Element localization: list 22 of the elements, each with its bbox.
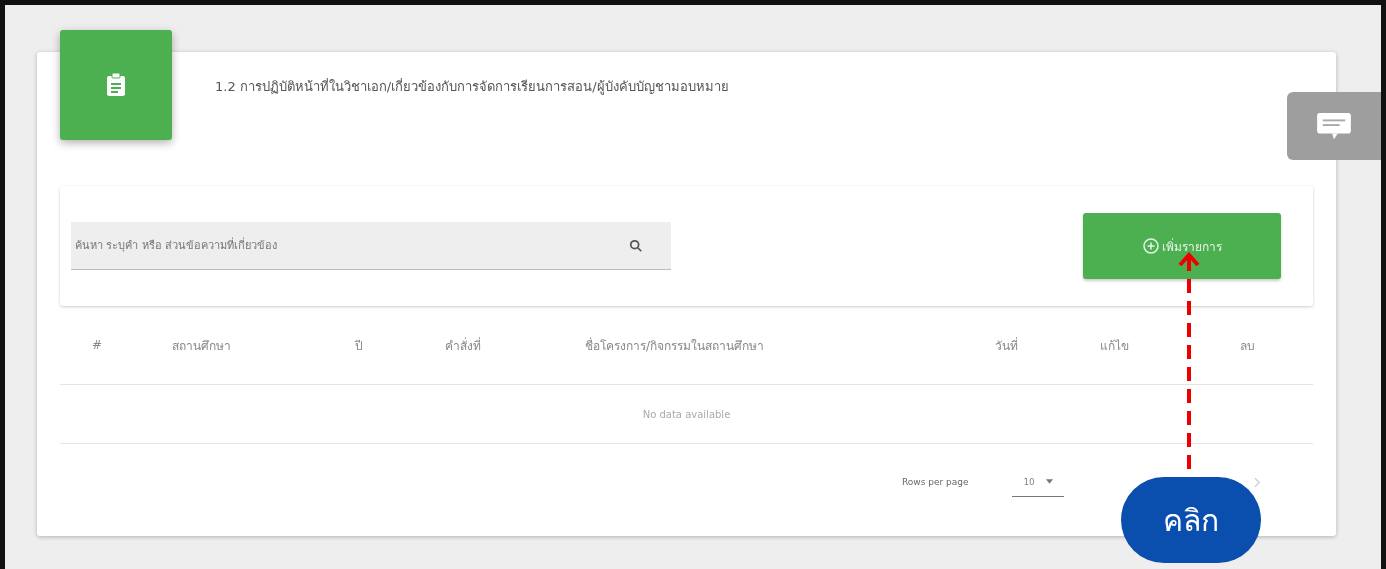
rows-per-page-select[interactable]: 10 (1012, 467, 1064, 497)
rows-per-page-label: Rows per page (902, 477, 970, 487)
side-tab[interactable] (1287, 92, 1381, 160)
column-header: ชื่อโครงการ/กิจกรรมในสถานศึกษา (585, 336, 766, 355)
plus-circle-icon (1142, 238, 1159, 254)
next-page-icon[interactable] (1254, 476, 1261, 488)
column-header: ปี (355, 337, 364, 355)
column-header: วันที่ (995, 336, 1019, 355)
caret-icon (1045, 479, 1053, 484)
column-header: แก้ไข (1100, 337, 1130, 355)
callout-bubble: คลิก (1121, 477, 1261, 563)
column-header: # (91, 338, 104, 352)
section-title: 1.2 การปฏิบัติหน้าที่ในวิชาเอก/เกี่ยวข้องกับการจัดการเรียนการสอน/ผู้บังคับบัญชามอบหมาย (215, 79, 729, 94)
search-icon (629, 239, 643, 253)
column-header: ลบ (1240, 337, 1256, 355)
clipboard-icon (106, 73, 126, 97)
search-field[interactable]: ค้นหา ระบุคำ หรือ ส่วนข้อความที่เกี่ยวข้อง (71, 222, 671, 270)
column-header: สถานศึกษา (172, 337, 232, 355)
add-button[interactable]: เพิ่มรายการ (1083, 213, 1281, 279)
chat-icon (1315, 111, 1353, 141)
empty-message: No data available (642, 408, 731, 420)
column-header: คำสั่งที่ (445, 336, 482, 355)
